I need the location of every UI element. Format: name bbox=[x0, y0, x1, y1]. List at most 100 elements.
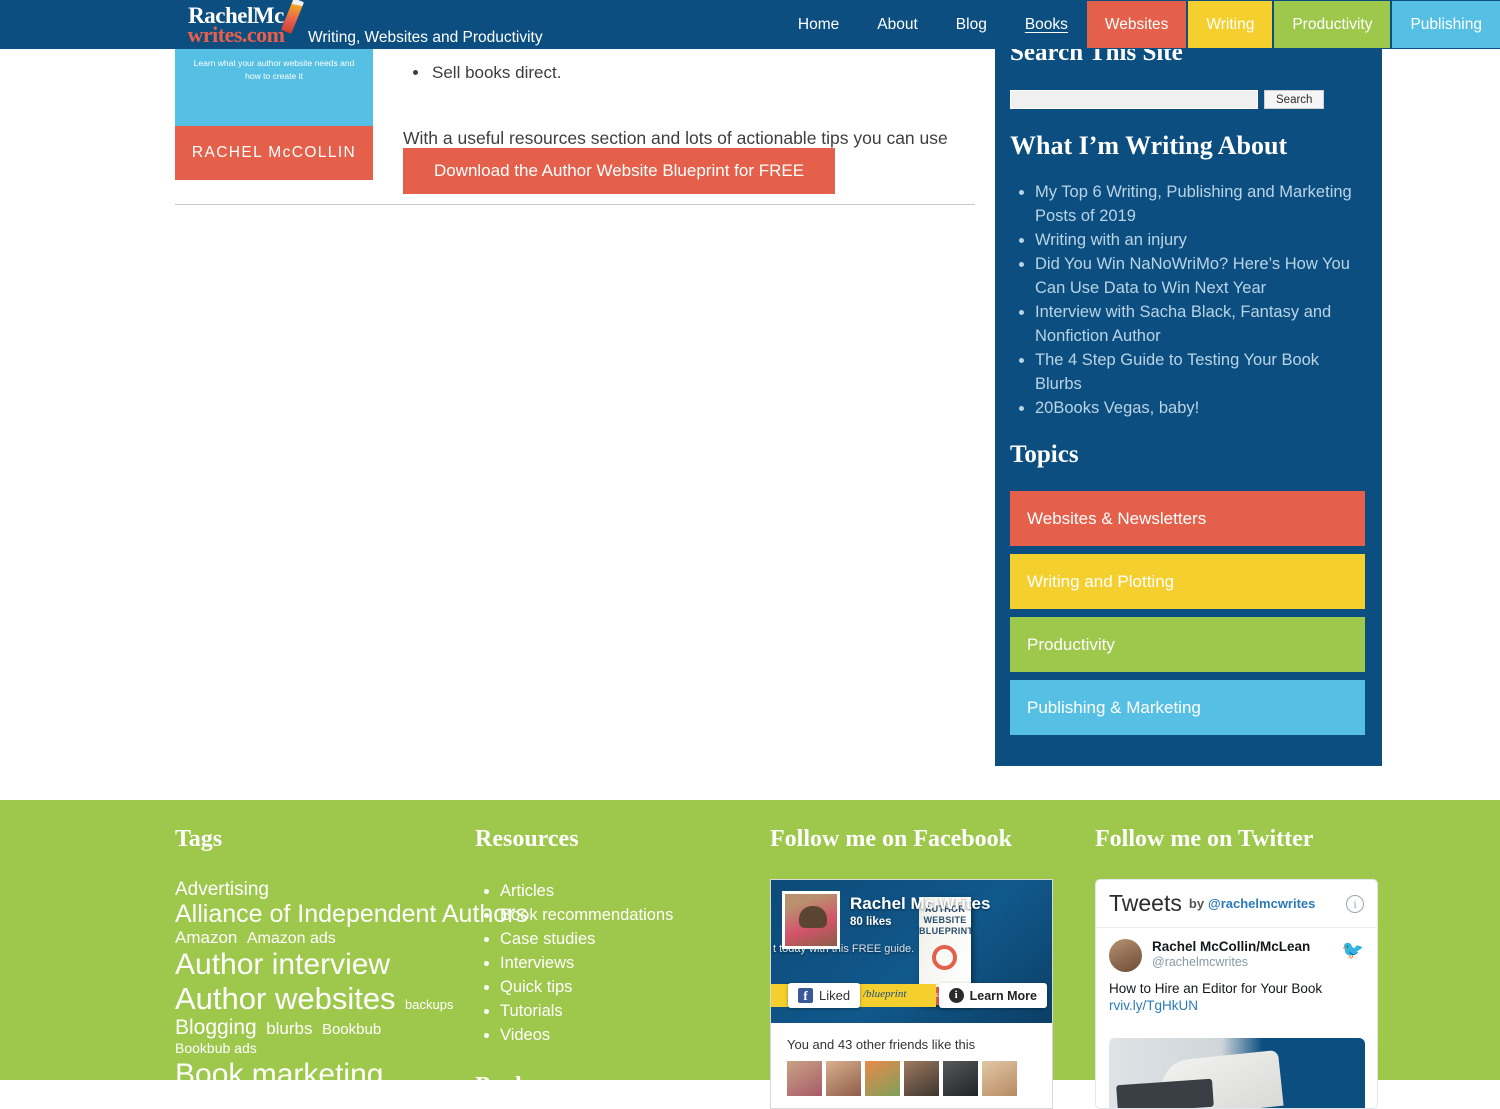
page-wrapper: Learn what your author website needs and… bbox=[0, 0, 1500, 1109]
book-cover-author: RACHEL McCOLLIN bbox=[191, 144, 357, 161]
list-item[interactable]: The 4 Step Guide to Testing Your Book Bl… bbox=[1035, 348, 1365, 396]
list-item[interactable]: Case studies bbox=[500, 927, 755, 951]
list-item[interactable]: Quick tips bbox=[500, 975, 755, 999]
tag-link[interactable]: backups bbox=[405, 997, 453, 1012]
info-icon[interactable]: i bbox=[1346, 894, 1364, 913]
topics-title: Topics bbox=[1010, 441, 1079, 468]
content-divider bbox=[175, 204, 975, 205]
topic-websites-newsletters[interactable]: Websites & Newsletters bbox=[1010, 491, 1365, 546]
list-item[interactable]: Interview with Sacha Black, Fantasy and … bbox=[1035, 300, 1365, 348]
topic-publishing-marketing[interactable]: Publishing & Marketing bbox=[1010, 680, 1365, 735]
twitter-title: Follow me on Twitter bbox=[1095, 826, 1314, 852]
facebook-friends-text: You and 43 other friends like this bbox=[787, 1037, 976, 1052]
facebook-promo-link: /blueprint bbox=[863, 988, 907, 1000]
header-inner: RachelMc writes.com Writing, Websites an… bbox=[0, 0, 1500, 49]
list-item[interactable]: Interviews bbox=[500, 951, 755, 975]
download-blueprint-button[interactable]: Download the Author Website Blueprint fo… bbox=[403, 148, 835, 194]
twitter-widget-header: Tweets by @rachelmcwrites i bbox=[1096, 880, 1377, 928]
facebook-page-widget[interactable]: AUTHOR WEBSITE BLUEPRINT RACHEL McCOLLIN… bbox=[770, 879, 1053, 1109]
twitter-handle-link[interactable]: @rachelmcwrites bbox=[1208, 896, 1315, 911]
nav-item-blog[interactable]: Blog bbox=[937, 0, 1006, 49]
twitter-timeline-widget[interactable]: Tweets by @rachelmcwrites i Rachel McCol… bbox=[1095, 879, 1378, 1109]
facebook-page-name: Rachel Mc Writes bbox=[850, 894, 991, 913]
tweet-photo bbox=[1109, 1038, 1365, 1108]
twitter-by-label: by bbox=[1188, 896, 1205, 911]
site-logo[interactable]: RachelMc writes.com bbox=[168, 0, 304, 48]
list-item[interactable]: Book recommendations bbox=[500, 903, 755, 927]
facebook-liked-label: Liked bbox=[819, 988, 851, 1003]
nav-item-publishing[interactable]: Publishing bbox=[1392, 1, 1500, 48]
topic-productivity[interactable]: Productivity bbox=[1010, 617, 1365, 672]
avatar bbox=[865, 1061, 900, 1096]
recent-posts-list: My Top 6 Writing, Publishing and Marketi… bbox=[1010, 180, 1365, 420]
topic-writing-plotting[interactable]: Writing and Plotting bbox=[1010, 554, 1365, 609]
tweet-author-row: Rachel McCollin/McLean @rachelmcwrites 🐦 bbox=[1109, 939, 1364, 972]
list-item: Sell books direct. bbox=[430, 60, 561, 86]
tag-link[interactable]: Book marketing bbox=[175, 1058, 383, 1091]
facebook-friend-avatars bbox=[787, 1061, 1038, 1096]
topics-list: Websites & Newsletters Writing and Plott… bbox=[1010, 491, 1365, 743]
resources-title: Resources bbox=[475, 826, 579, 852]
site-footer: Tags Advertising Alliance of Independent… bbox=[0, 800, 1500, 1109]
facebook-cover-photo: AUTHOR WEBSITE BLUEPRINT RACHEL McCOLLIN… bbox=[771, 880, 1052, 1023]
tweet-link[interactable]: rviv.ly/TgHkUN bbox=[1109, 998, 1364, 1013]
list-item[interactable]: Articles bbox=[500, 879, 755, 903]
footer-column-resources: Resources Articles Book recommendations … bbox=[475, 826, 755, 1100]
footer-column-facebook: Follow me on Facebook AUTHOR WEBSITE BLU… bbox=[770, 826, 1070, 1109]
feature-bullet-list: Sell books direct. bbox=[403, 60, 561, 86]
list-item[interactable]: 20Books Vegas, baby! bbox=[1035, 396, 1365, 420]
tweet-author-name: Rachel McCollin/McLean bbox=[1152, 939, 1311, 954]
list-item[interactable]: Did You Win NaNoWriMo? Here’s How You Ca… bbox=[1035, 252, 1365, 300]
avatar bbox=[782, 891, 840, 949]
site-tagline: Writing, Websites and Productivity bbox=[308, 29, 543, 46]
nav-item-home[interactable]: Home bbox=[779, 0, 858, 49]
tag-link[interactable]: Author websites bbox=[175, 981, 396, 1016]
avatar bbox=[826, 1061, 861, 1096]
tweet-author-handle: @rachelmcwrites bbox=[1152, 955, 1249, 969]
nav-item-writing[interactable]: Writing bbox=[1188, 1, 1273, 48]
avatar bbox=[904, 1061, 939, 1096]
nav-item-about[interactable]: About bbox=[858, 0, 937, 49]
books-title: Books bbox=[475, 1073, 538, 1099]
tag-link[interactable]: Author interview bbox=[175, 948, 390, 981]
footer-column-twitter: Follow me on Twitter Tweets by @rachelmc… bbox=[1095, 826, 1395, 1109]
tag-link[interactable]: Amazon bbox=[175, 928, 237, 947]
tweet-author-names: Rachel McCollin/McLean @rachelmcwrites bbox=[1152, 939, 1310, 969]
facebook-liked-button[interactable]: f Liked bbox=[788, 983, 861, 1008]
nav-item-websites[interactable]: Websites bbox=[1086, 1, 1187, 48]
tags-title: Tags bbox=[175, 826, 223, 852]
logo-line-2: writes.com bbox=[187, 21, 285, 47]
tag-link[interactable]: Bookbub bbox=[322, 1021, 381, 1039]
avatar bbox=[943, 1061, 978, 1096]
tag-link[interactable]: Bookbub ads bbox=[175, 1040, 257, 1056]
tweet-item: Rachel McCollin/McLean @rachelmcwrites 🐦… bbox=[1096, 928, 1377, 1013]
search-submit-button[interactable]: Search bbox=[1264, 90, 1325, 109]
facebook-learn-more-label: Learn More bbox=[969, 988, 1037, 1003]
tag-link[interactable]: blurbs bbox=[266, 1019, 312, 1038]
list-item[interactable]: My Top 6 Writing, Publishing and Marketi… bbox=[1035, 180, 1365, 228]
site-header: RachelMc writes.com Writing, Websites an… bbox=[0, 0, 1500, 49]
facebook-like-count: 80 likes bbox=[850, 916, 892, 928]
tag-cloud: Advertising Alliance of Independent Auth… bbox=[175, 879, 528, 1109]
tag-link[interactable]: Amazon ads bbox=[247, 930, 336, 947]
resources-list: Articles Book recommendations Case studi… bbox=[475, 879, 755, 1047]
tag-link[interactable]: Advertising bbox=[175, 879, 269, 900]
avatar bbox=[982, 1061, 1017, 1096]
writing-about-title: What I’m Writing About bbox=[1010, 131, 1288, 160]
tag-link[interactable]: Blogging bbox=[175, 1016, 257, 1039]
nav-item-productivity[interactable]: Productivity bbox=[1274, 1, 1391, 48]
list-item[interactable]: Writing with an injury bbox=[1035, 228, 1365, 252]
tag-link[interactable]: book recommendations bbox=[175, 1092, 341, 1109]
list-item[interactable]: Videos bbox=[500, 1023, 755, 1047]
facebook-learn-more-button[interactable]: i Learn More bbox=[938, 983, 1047, 1008]
tweet-text: How to Hire an Editor for Your Book bbox=[1109, 981, 1323, 996]
search-input[interactable] bbox=[1010, 90, 1258, 109]
book-cover-subtitle: Learn what your author website needs and… bbox=[193, 58, 355, 81]
globe-icon bbox=[932, 945, 957, 970]
list-item[interactable]: Tutorials bbox=[500, 999, 755, 1023]
avatar bbox=[787, 1061, 822, 1096]
facebook-title: Follow me on Facebook bbox=[770, 826, 1012, 852]
pencil-icon bbox=[281, 0, 304, 34]
nav-item-books[interactable]: Books bbox=[1006, 0, 1087, 49]
book-cover-author-band: RACHEL McCOLLIN bbox=[175, 126, 373, 180]
